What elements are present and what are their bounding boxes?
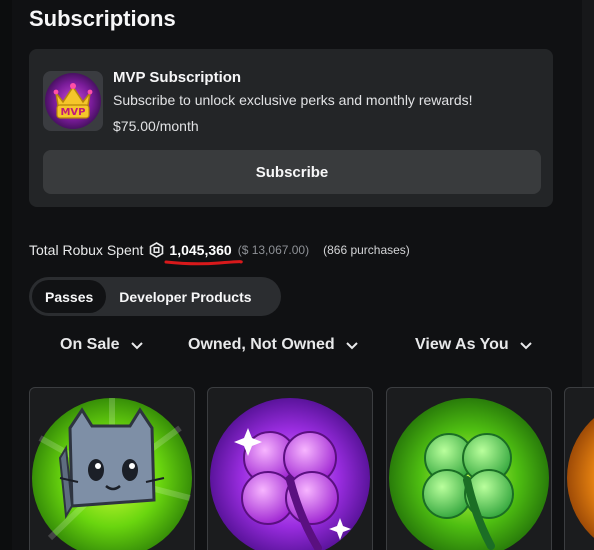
purchase-count: (866 purchases) [323, 243, 410, 257]
subscription-name: MVP Subscription [113, 69, 242, 86]
chevron-down-icon [519, 341, 533, 350]
tab-passes[interactable]: Passes [32, 280, 107, 313]
page: Subscriptions MVP MVP Subscription Subsc… [0, 0, 594, 550]
chevron-down-icon [130, 341, 144, 350]
spent-usd-value: ($ 13,067.00) [237, 243, 310, 257]
robux-spent-value: 1,045,360 [169, 242, 232, 258]
total-spent-label: Total Robux Spent [29, 242, 144, 258]
subscription-description: Subscribe to unlock exclusive perks and … [113, 92, 473, 108]
subscription-price: $75.00/month [113, 118, 199, 134]
blue-cat-icon [32, 398, 192, 550]
mvp-badge-text: MVP [60, 107, 85, 118]
filter-ownership-label: Owned, Not Owned [188, 336, 335, 353]
robux-icon [149, 242, 164, 258]
filter-view-as[interactable]: View As You [415, 336, 533, 354]
subscription-card: MVP MVP Subscription Subscribe to unlock… [29, 49, 553, 207]
chevron-down-icon [345, 341, 359, 350]
tab-developer-products[interactable]: Developer Products [106, 280, 264, 313]
filter-view-as-label: View As You [415, 336, 509, 353]
total-spent-row: Total Robux Spent 1,045,360 ($ 13,067.00… [29, 240, 410, 266]
filter-on-sale[interactable]: On Sale [60, 336, 144, 354]
filter-ownership[interactable]: Owned, Not Owned [188, 336, 359, 354]
subscribe-button[interactable]: Subscribe [43, 150, 541, 194]
mvp-crown-icon: MVP [43, 71, 103, 131]
pass-card[interactable] [564, 387, 594, 550]
tab-group: Passes Developer Products [29, 277, 281, 316]
left-rail [0, 0, 12, 550]
robux-spent-amount: 1,045,360 [164, 242, 244, 266]
pass-card[interactable] [207, 387, 373, 550]
filter-on-sale-label: On Sale [60, 336, 120, 353]
subscriptions-title: Subscriptions [29, 6, 176, 31]
green-clover-icon [389, 398, 549, 550]
pass-card[interactable] [386, 387, 552, 550]
purple-clover-icon [210, 398, 370, 550]
red-underline-annotation [164, 260, 244, 266]
orange-item-icon [567, 418, 594, 538]
pass-card[interactable] [29, 387, 195, 550]
filter-row: On Sale Owned, Not Owned View As You [0, 336, 594, 358]
